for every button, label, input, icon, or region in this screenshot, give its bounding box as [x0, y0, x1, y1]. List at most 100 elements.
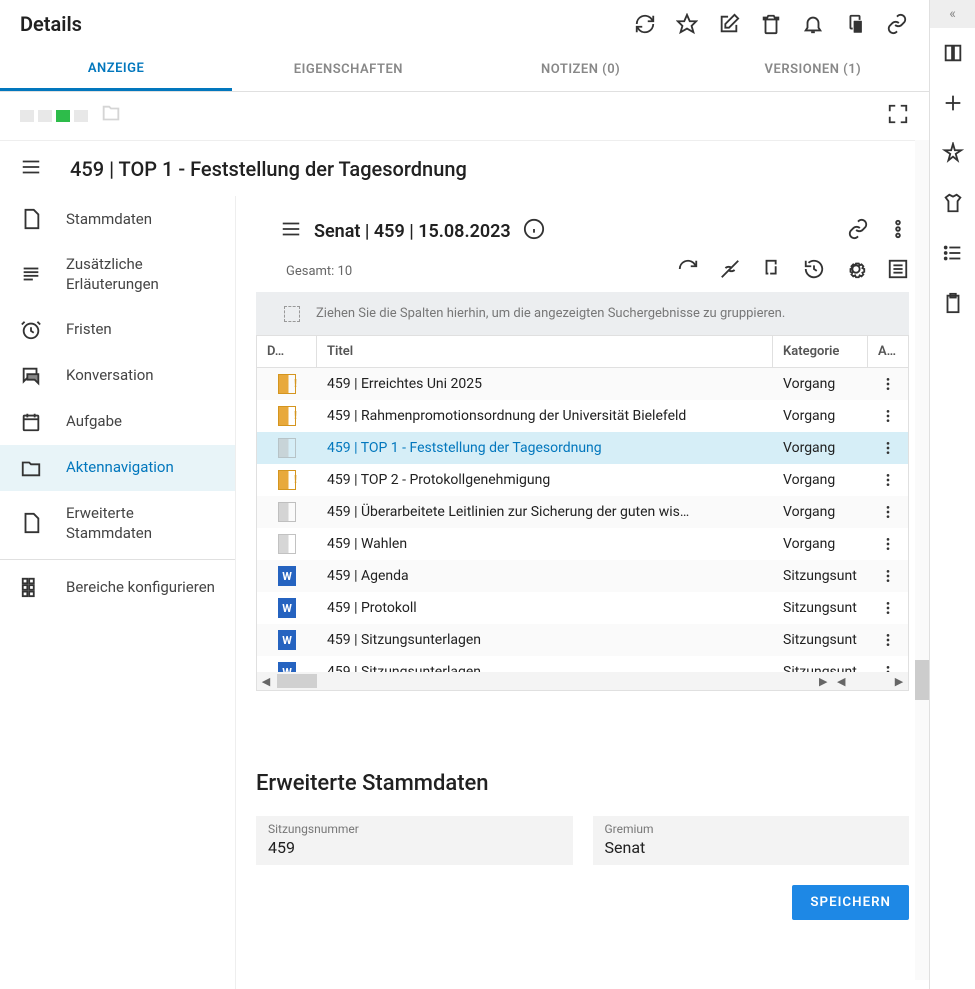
sidebar-item-aufgabe[interactable]: Aufgabe	[0, 399, 235, 445]
file-icon	[20, 208, 42, 230]
sidebar-item-fristen[interactable]: Fristen	[0, 307, 235, 353]
tab-versionen[interactable]: VERSIONEN (1)	[697, 48, 929, 91]
row-type-icon	[257, 530, 317, 558]
collapse-rail-icon[interactable]: «	[930, 0, 975, 28]
row-title: 459 | TOP 2 - Protokollgenehmigung	[317, 468, 773, 492]
vertical-scrollbar[interactable]	[915, 140, 929, 980]
row-actions-icon[interactable]	[868, 404, 908, 428]
bell-icon[interactable]	[801, 12, 825, 36]
group-drop-hint[interactable]: Ziehen Sie die Spalten hierhin, um die a…	[256, 292, 909, 335]
row-type-icon: W	[257, 594, 317, 622]
record-title: 459 | TOP 1 - Feststellung der Tagesordn…	[70, 157, 467, 181]
table-row[interactable]: 459 | Überarbeitete Leitlinien zur Siche…	[257, 496, 908, 528]
row-actions-icon[interactable]	[868, 372, 908, 396]
edit-icon[interactable]	[717, 12, 741, 36]
save-button[interactable]: SPEICHERN	[792, 885, 909, 920]
sidebar-item-label: Konversation	[66, 365, 154, 385]
sidebar-item-label: Bereiche konfigurieren	[66, 577, 215, 597]
row-type-icon	[257, 434, 317, 462]
row-actions-icon[interactable]	[868, 436, 908, 460]
nav-menu-icon[interactable]	[280, 218, 302, 244]
gear-icon[interactable]	[845, 258, 867, 284]
sidebar-item-aktennavigation[interactable]: Aktennavigation	[0, 445, 235, 491]
row-type-icon: W	[257, 626, 317, 654]
table-row[interactable]: 459 | TOP 2 - ProtokollgenehmigungVorgan…	[257, 464, 908, 496]
header-toolbar	[633, 12, 909, 36]
row-type-icon: W	[257, 658, 317, 672]
breadcrumb: Senat | 459 | 15.08.2023	[314, 221, 511, 242]
row-actions-icon[interactable]	[868, 500, 908, 524]
row-actions-icon[interactable]	[868, 628, 908, 652]
field-gremium[interactable]: Gremium Senat	[593, 816, 910, 865]
list-icon[interactable]	[887, 258, 909, 284]
sidebar-item-erlauterungen[interactable]: Zusätzliche Erläuterungen	[0, 242, 235, 307]
link-icon[interactable]	[885, 12, 909, 36]
table-row[interactable]: 459 | WahlenVorgang	[257, 528, 908, 560]
table-row[interactable]: 459 | TOP 1 - Feststellung der Tagesordn…	[257, 432, 908, 464]
row-actions-icon[interactable]	[868, 532, 908, 556]
rail-book-icon[interactable]	[930, 28, 975, 78]
star-icon[interactable]	[675, 12, 699, 36]
row-category: Vorgang	[773, 372, 868, 396]
table-row[interactable]: W459 | ProtokollSitzungsunt	[257, 592, 908, 624]
sidebar-item-label: Aufgabe	[66, 411, 122, 431]
rail-star-icon[interactable]	[930, 128, 975, 178]
row-title: 459 | Wahlen	[317, 532, 773, 556]
menu-icon[interactable]	[12, 148, 50, 190]
sidebar-item-erweiterte[interactable]: Erweiterte Stammdaten	[0, 491, 235, 556]
history-icon[interactable]	[803, 258, 825, 284]
nav-more-icon[interactable]	[887, 218, 909, 244]
row-category: Sitzungsunt	[773, 596, 868, 620]
calendar-icon	[20, 411, 42, 433]
tab-anzeige[interactable]: ANZEIGE	[0, 48, 232, 91]
row-actions-icon[interactable]	[868, 596, 908, 620]
table-row[interactable]: W459 | AgendaSitzungsunt	[257, 560, 908, 592]
row-actions-icon[interactable]	[868, 660, 908, 672]
rail-clipboard-icon[interactable]	[930, 278, 975, 328]
col-header-title[interactable]: Titel	[317, 336, 773, 367]
sidebar: Stammdaten Zusätzliche Erläuterungen Fri…	[0, 196, 236, 989]
row-category: Vorgang	[773, 404, 868, 428]
rail-list-icon[interactable]	[930, 228, 975, 278]
delete-icon[interactable]	[759, 12, 783, 36]
row-category: Vorgang	[773, 532, 868, 556]
table-row[interactable]: 459 | Rahmenpromotionsordnung der Univer…	[257, 400, 908, 432]
col-header-category[interactable]: Kategorie	[773, 336, 868, 367]
tab-eigenschaften[interactable]: EIGENSCHAFTEN	[232, 48, 464, 91]
field-sitzungsnummer[interactable]: Sitzungsnummer 459	[256, 816, 573, 865]
row-title: 459 | Überarbeitete Leitlinien zur Siche…	[317, 500, 773, 524]
row-type-icon	[257, 370, 317, 398]
row-category: Vorgang	[773, 468, 868, 492]
rail-add-icon[interactable]	[930, 78, 975, 128]
fullscreen-icon[interactable]	[887, 103, 909, 129]
col-header-actions[interactable]: A…	[868, 336, 908, 367]
paste-icon[interactable]	[761, 258, 783, 284]
col-header-icon[interactable]: D…	[257, 336, 317, 367]
sidebar-item-konversation[interactable]: Konversation	[0, 353, 235, 399]
horizontal-scrollbar[interactable]: ◀▶◀▶	[257, 672, 908, 690]
tab-notizen[interactable]: NOTIZEN (0)	[465, 48, 697, 91]
vertical-scrollbar-thumb[interactable]	[915, 660, 929, 700]
table-row[interactable]: W459 | SitzungsunterlagenSitzungsunt	[257, 624, 908, 656]
row-category: Vorgang	[773, 436, 868, 460]
row-actions-icon[interactable]	[868, 468, 908, 492]
row-title: 459 | TOP 1 - Feststellung der Tagesordn…	[317, 436, 773, 460]
refresh-icon[interactable]	[633, 12, 657, 36]
info-icon[interactable]	[523, 218, 545, 244]
table-row[interactable]: 459 | Erreichtes Uni 2025Vorgang	[257, 368, 908, 400]
rail-shirt-icon[interactable]	[930, 178, 975, 228]
field-value: Senat	[605, 838, 898, 857]
row-category: Sitzungsunt	[773, 628, 868, 652]
row-category: Vorgang	[773, 500, 868, 524]
refresh-icon[interactable]	[677, 258, 699, 284]
sidebar-item-bereiche[interactable]: Bereiche konfigurieren	[0, 564, 235, 610]
sidebar-item-stammdaten[interactable]: Stammdaten	[0, 196, 235, 242]
status-indicator	[20, 110, 88, 122]
nav-link-icon[interactable]	[847, 218, 869, 244]
row-actions-icon[interactable]	[868, 564, 908, 588]
right-rail: «	[929, 0, 975, 989]
paste-icon[interactable]	[843, 12, 867, 36]
extended-title: Erweiterte Stammdaten	[256, 771, 909, 796]
table-row[interactable]: W459 | SitzungsunterlagenSitzungsunt	[257, 656, 908, 672]
unlink-icon[interactable]	[719, 258, 741, 284]
